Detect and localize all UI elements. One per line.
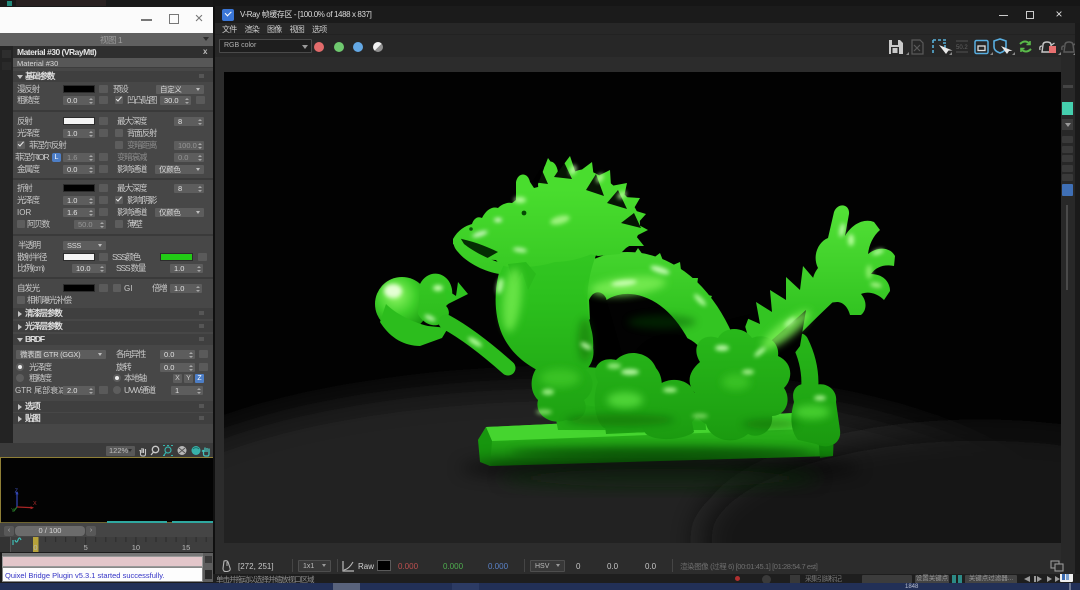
svg-text:Y: Y bbox=[11, 508, 15, 513]
svg-text:X: X bbox=[33, 501, 37, 507]
svg-text:15: 15 bbox=[182, 543, 190, 552]
svg-text:50.2: 50.2 bbox=[956, 45, 968, 51]
svg-text:5: 5 bbox=[84, 543, 88, 552]
svg-text:0: 0 bbox=[33, 543, 37, 552]
svg-text:10: 10 bbox=[132, 543, 140, 552]
